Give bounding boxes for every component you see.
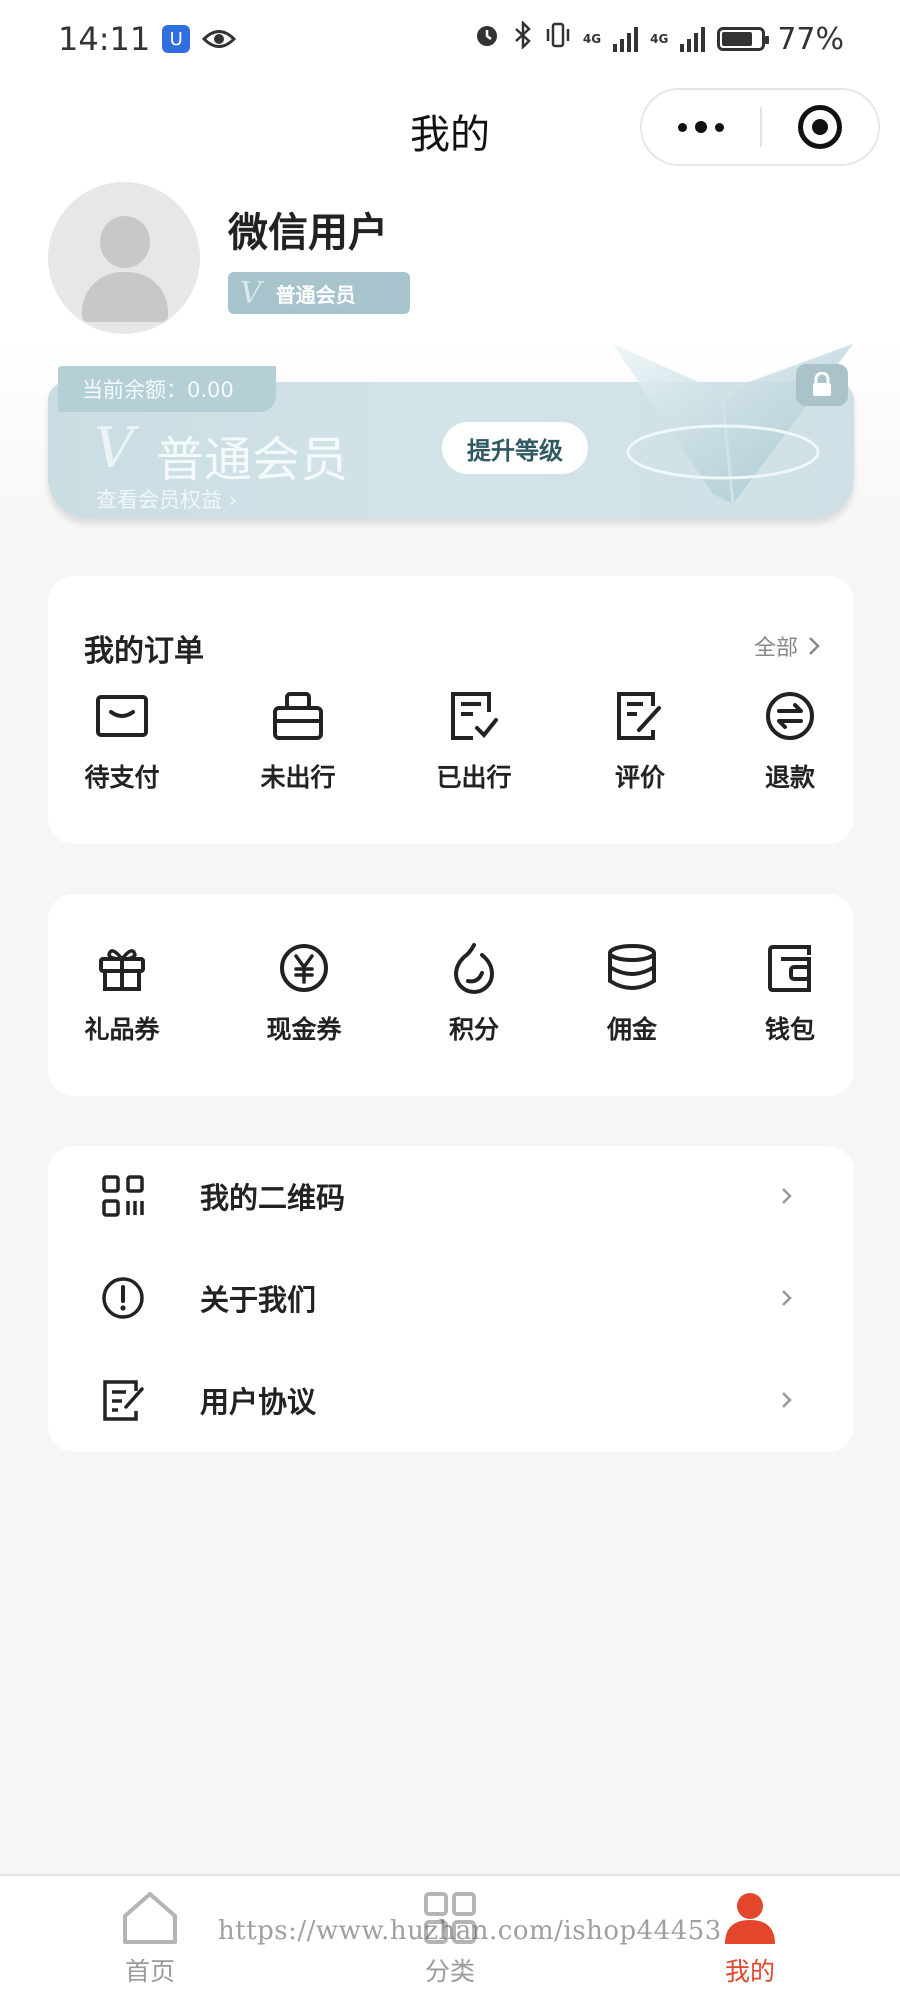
tab-home-label: 首页 bbox=[124, 1957, 175, 1986]
navigation-bar: 我的 bbox=[0, 84, 900, 174]
network-type-1: 4G bbox=[582, 32, 602, 46]
assets-card: 礼品券 现金券 积分 佣金 钱包 bbox=[48, 894, 854, 1096]
briefcase-icon bbox=[270, 688, 326, 744]
qr-code-icon bbox=[102, 1175, 144, 1217]
orders-view-all[interactable]: 全部 bbox=[754, 630, 820, 662]
info-icon bbox=[102, 1277, 144, 1319]
gift-voucher[interactable]: 礼品券 bbox=[62, 940, 182, 1046]
wallet-card-icon bbox=[94, 688, 150, 744]
view-benefits-link[interactable]: 查看会员权益 › bbox=[96, 484, 237, 514]
commission-label: 佣金 bbox=[606, 1015, 657, 1044]
chevron-right-icon bbox=[782, 1290, 792, 1306]
edit-note-icon bbox=[612, 688, 668, 744]
network-type-2: 4G bbox=[650, 32, 669, 46]
order-traveled[interactable]: 已出行 bbox=[414, 688, 534, 794]
points[interactable]: 积分 bbox=[414, 940, 534, 1046]
order-pending-payment-label: 待支付 bbox=[84, 763, 160, 792]
points-label: 积分 bbox=[448, 1015, 499, 1044]
yuan-coin-icon bbox=[276, 940, 332, 996]
wallet-icon bbox=[762, 940, 818, 996]
menu-item-qr-code[interactable]: 我的二维码 bbox=[48, 1146, 854, 1246]
eye-icon bbox=[202, 20, 237, 58]
agreement-icon bbox=[103, 1380, 144, 1421]
vip-v-icon: V bbox=[240, 275, 262, 311]
menu-item-about-us[interactable]: 关于我们 bbox=[48, 1248, 854, 1348]
user-icon bbox=[725, 1893, 775, 1944]
orders-grid: 待支付 未出行 已出行 评价 退款 bbox=[48, 688, 854, 808]
gift-icon bbox=[94, 940, 150, 996]
order-traveled-label: 已出行 bbox=[436, 763, 512, 792]
more-icon[interactable] bbox=[642, 121, 760, 133]
balance-label: 当前余额：0.00 bbox=[58, 366, 276, 412]
refund-arrows-icon bbox=[762, 688, 818, 744]
orders-card: 我的订单 全部 待支付 未出行 已出行 评价 退款 bbox=[48, 576, 854, 844]
menu-item-user-agreement[interactable]: 用户协议 bbox=[48, 1350, 854, 1450]
avatar[interactable] bbox=[48, 182, 200, 334]
gift-voucher-label: 礼品券 bbox=[84, 1015, 160, 1044]
order-not-traveled-label: 未出行 bbox=[260, 763, 336, 792]
menu-item-qr-code-label: 我的二维码 bbox=[200, 1181, 346, 1215]
status-bar: 14:11 U 4G 4G 77% bbox=[0, 0, 900, 78]
coins-stack-icon bbox=[604, 940, 660, 996]
tab-home[interactable]: 首页 bbox=[90, 1890, 210, 1988]
cash-voucher[interactable]: 现金券 bbox=[244, 940, 364, 1046]
watermark-text: https://www.huzhan.com/ishop44453 bbox=[218, 1916, 722, 1946]
signal-icon-2 bbox=[680, 26, 706, 52]
order-pending-payment[interactable]: 待支付 bbox=[62, 688, 182, 794]
app-notification-icon: U bbox=[162, 25, 191, 53]
tab-category-label: 分类 bbox=[424, 1957, 475, 1986]
order-refund[interactable]: 退款 bbox=[730, 688, 850, 794]
alarm-icon bbox=[473, 21, 501, 57]
checked-doc-icon bbox=[446, 688, 502, 744]
order-review-label: 评价 bbox=[614, 763, 665, 792]
wallet[interactable]: 钱包 bbox=[730, 940, 850, 1046]
menu-item-user-agreement-label: 用户协议 bbox=[200, 1385, 317, 1419]
member-level-badge: V 普通会员 bbox=[228, 272, 410, 314]
order-not-traveled[interactable]: 未出行 bbox=[238, 688, 358, 794]
signal-icon-1 bbox=[613, 26, 639, 52]
orders-view-all-label: 全部 bbox=[753, 636, 798, 661]
member-card[interactable]: 当前余额：0.00 V 普通会员 查看会员权益 › 提升等级 bbox=[48, 344, 854, 526]
upgrade-button[interactable]: 提升等级 bbox=[442, 422, 588, 474]
bluetooth-icon bbox=[513, 19, 533, 57]
battery-percent: 77% bbox=[777, 21, 844, 57]
drop-icon bbox=[446, 940, 502, 996]
card-v-icon: V bbox=[94, 416, 135, 481]
battery-icon bbox=[717, 27, 770, 51]
user-name: 微信用户 bbox=[228, 210, 388, 256]
order-review[interactable]: 评价 bbox=[580, 688, 700, 794]
mini-program-capsule bbox=[640, 88, 880, 166]
card-level-title: 普通会员 bbox=[156, 432, 349, 488]
commission[interactable]: 佣金 bbox=[572, 940, 692, 1046]
assets-grid: 礼品券 现金券 积分 佣金 钱包 bbox=[48, 940, 854, 1060]
order-refund-label: 退款 bbox=[764, 763, 815, 792]
cash-voucher-label: 现金券 bbox=[266, 1015, 342, 1044]
chevron-right-icon bbox=[782, 1392, 792, 1408]
member-level-label: 普通会员 bbox=[275, 282, 356, 307]
chevron-right-icon bbox=[809, 637, 820, 655]
orders-title: 我的订单 bbox=[84, 634, 204, 669]
chevron-right-icon bbox=[782, 1188, 792, 1204]
menu-card: 我的二维码 关于我们 用户协议 bbox=[48, 1146, 854, 1452]
vibrate-icon bbox=[545, 21, 571, 57]
close-target-icon[interactable] bbox=[762, 105, 878, 149]
wallet-label: 钱包 bbox=[764, 1015, 815, 1044]
status-time: 14:11 bbox=[58, 20, 151, 58]
home-icon bbox=[123, 1892, 177, 1944]
lock-icon bbox=[796, 364, 848, 406]
menu-item-about-us-label: 关于我们 bbox=[200, 1283, 317, 1317]
tab-mine-label: 我的 bbox=[724, 1957, 775, 1986]
